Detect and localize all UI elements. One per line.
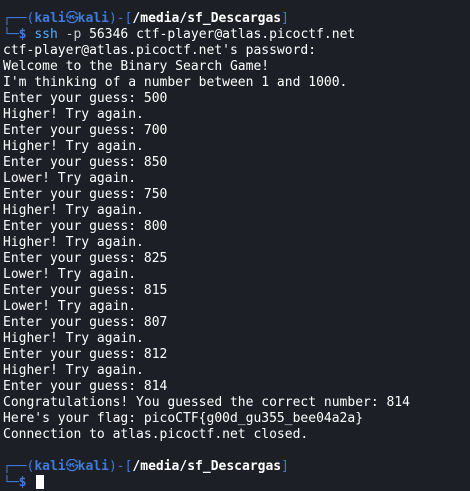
prompt-path: /media/sf_Descargas <box>132 459 282 474</box>
command-target: ctf-player@atlas.picoctf.net <box>136 27 356 42</box>
output-line: Higher! Try again. <box>3 107 144 122</box>
input-line[interactable]: └─$ <box>3 475 470 491</box>
output-line: Enter your guess: 814 <box>3 379 168 394</box>
output-line: Welcome to the Binary Search Game! <box>3 59 270 74</box>
output-line: Higher! Try again. <box>3 139 144 154</box>
output-line: Enter your guess: 750 <box>3 187 168 202</box>
prompt-path-close: ] <box>281 11 289 26</box>
output-line: Enter your guess: 812 <box>3 347 168 362</box>
output-line: Enter your guess: 700 <box>3 123 168 138</box>
prompt-line-top: ┌──(kali㉿kali)-[/media/sf_Descargas] <box>3 11 470 27</box>
output-line: ctf-player@atlas.picoctf.net's password: <box>3 43 317 58</box>
prompt-dollar: $ <box>18 27 27 42</box>
prompt-path-open: )-[ <box>108 11 133 26</box>
prompt-frame-bottom: └─ <box>3 27 19 42</box>
terminal-window[interactable]: ┌──(kali㉿kali)-[/media/sf_Descargas] └─$… <box>0 0 470 490</box>
output-line: Higher! Try again. <box>3 235 144 250</box>
prompt-path: /media/sf_Descargas <box>132 11 282 26</box>
text-cursor[interactable] <box>36 475 45 489</box>
prompt-dollar: $ <box>18 475 27 490</box>
prompt-line-top: ┌──(kali㉿kali)-[/media/sf_Descargas] <box>3 459 470 475</box>
output-line: Enter your guess: 825 <box>3 251 168 266</box>
output-line: Enter your guess: 850 <box>3 155 168 170</box>
prompt-host: kali <box>77 459 109 474</box>
output-line: Enter your guess: 800 <box>3 219 168 234</box>
output-line: I'm thinking of a number between 1 and 1… <box>3 75 348 90</box>
prompt-frame-top: ┌──( <box>3 11 35 26</box>
command-flag: -p <box>65 27 82 42</box>
prompt-user: kali <box>34 459 66 474</box>
command-program: ssh <box>34 27 58 42</box>
output-line: Lower! Try again. <box>3 299 137 314</box>
output-line: Connection to atlas.picoctf.net closed. <box>3 427 309 442</box>
output-line: Higher! Try again. <box>3 203 144 218</box>
prompt-host: kali <box>77 11 109 26</box>
prompt-user: kali <box>34 11 66 26</box>
prompt-frame-top: ┌──( <box>3 459 35 474</box>
output-line: Enter your guess: 807 <box>3 315 168 330</box>
prompt-path-open: )-[ <box>108 459 133 474</box>
output-line: Lower! Try again. <box>3 267 137 282</box>
prompt-path-close: ] <box>281 459 289 474</box>
output-line: Higher! Try again. <box>3 331 144 346</box>
output-line: Congratulations! You guessed the correct… <box>3 395 410 410</box>
output-line: Enter your guess: 815 <box>3 283 168 298</box>
output-line: Enter your guess: 500 <box>3 91 168 106</box>
command-output: ctf-player@atlas.picoctf.net's password:… <box>3 43 470 443</box>
kali-dragon-icon: ㉿ <box>65 459 79 474</box>
prompt-frame-bottom: └─ <box>3 475 19 490</box>
command-port: 56346 <box>89 27 129 42</box>
flag-line: Here's your flag: picoCTF{g00d_gu355_bee… <box>3 411 364 426</box>
output-line: Lower! Try again. <box>3 171 137 186</box>
command-line: └─$ ssh -p 56346 ctf-player@atlas.picoct… <box>3 27 470 43</box>
output-line: Higher! Try again. <box>3 363 144 378</box>
kali-dragon-icon: ㉿ <box>65 11 79 26</box>
